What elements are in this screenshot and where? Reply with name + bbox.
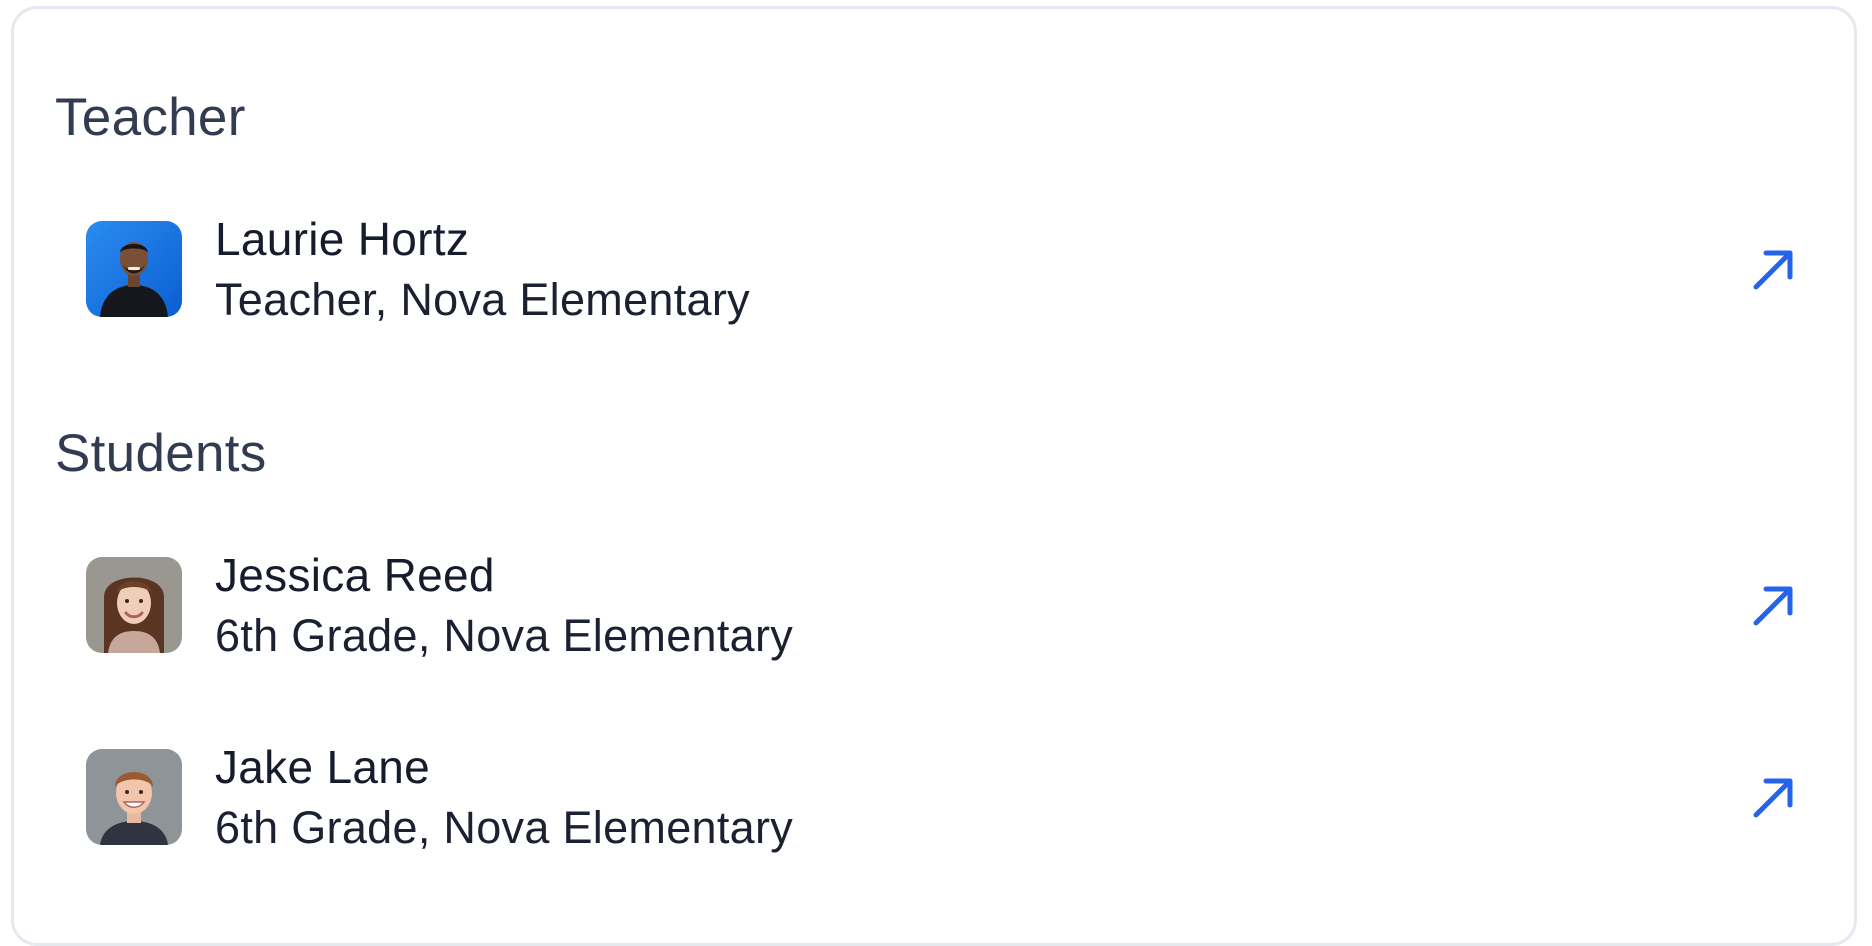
avatar bbox=[86, 221, 182, 317]
person-name: Jessica Reed bbox=[215, 548, 495, 601]
student-avatar-photo bbox=[86, 557, 182, 653]
person-subtitle: 6th Grade, Nova Elementary bbox=[215, 609, 794, 661]
student-avatar-photo bbox=[86, 749, 182, 845]
person-row-laurie-hortz[interactable]: Laurie Hortz Teacher, Nova Elementary bbox=[86, 212, 1804, 325]
arrow-up-right-icon[interactable] bbox=[1744, 767, 1804, 827]
arrow-up-right-icon[interactable] bbox=[1744, 239, 1804, 299]
arrow-up-right-icon[interactable] bbox=[1744, 575, 1804, 635]
people-card: Teacher Laurie Hortz Teacher, Nova Eleme… bbox=[11, 6, 1857, 946]
person-subtitle: Teacher, Nova Elementary bbox=[215, 273, 750, 325]
avatar bbox=[86, 557, 182, 653]
person-row-jake-lane[interactable]: Jake Lane 6th Grade, Nova Elementary bbox=[86, 740, 1804, 853]
teacher-avatar-photo bbox=[86, 221, 182, 317]
person-name: Laurie Hortz bbox=[215, 212, 470, 265]
person-row-jessica-reed[interactable]: Jessica Reed 6th Grade, Nova Elementary bbox=[86, 548, 1804, 661]
avatar bbox=[86, 749, 182, 845]
person-name: Jake Lane bbox=[215, 740, 430, 793]
person-subtitle: 6th Grade, Nova Elementary bbox=[215, 801, 794, 853]
teacher-section-title: Teacher bbox=[55, 88, 246, 147]
students-section-title: Students bbox=[55, 424, 267, 483]
